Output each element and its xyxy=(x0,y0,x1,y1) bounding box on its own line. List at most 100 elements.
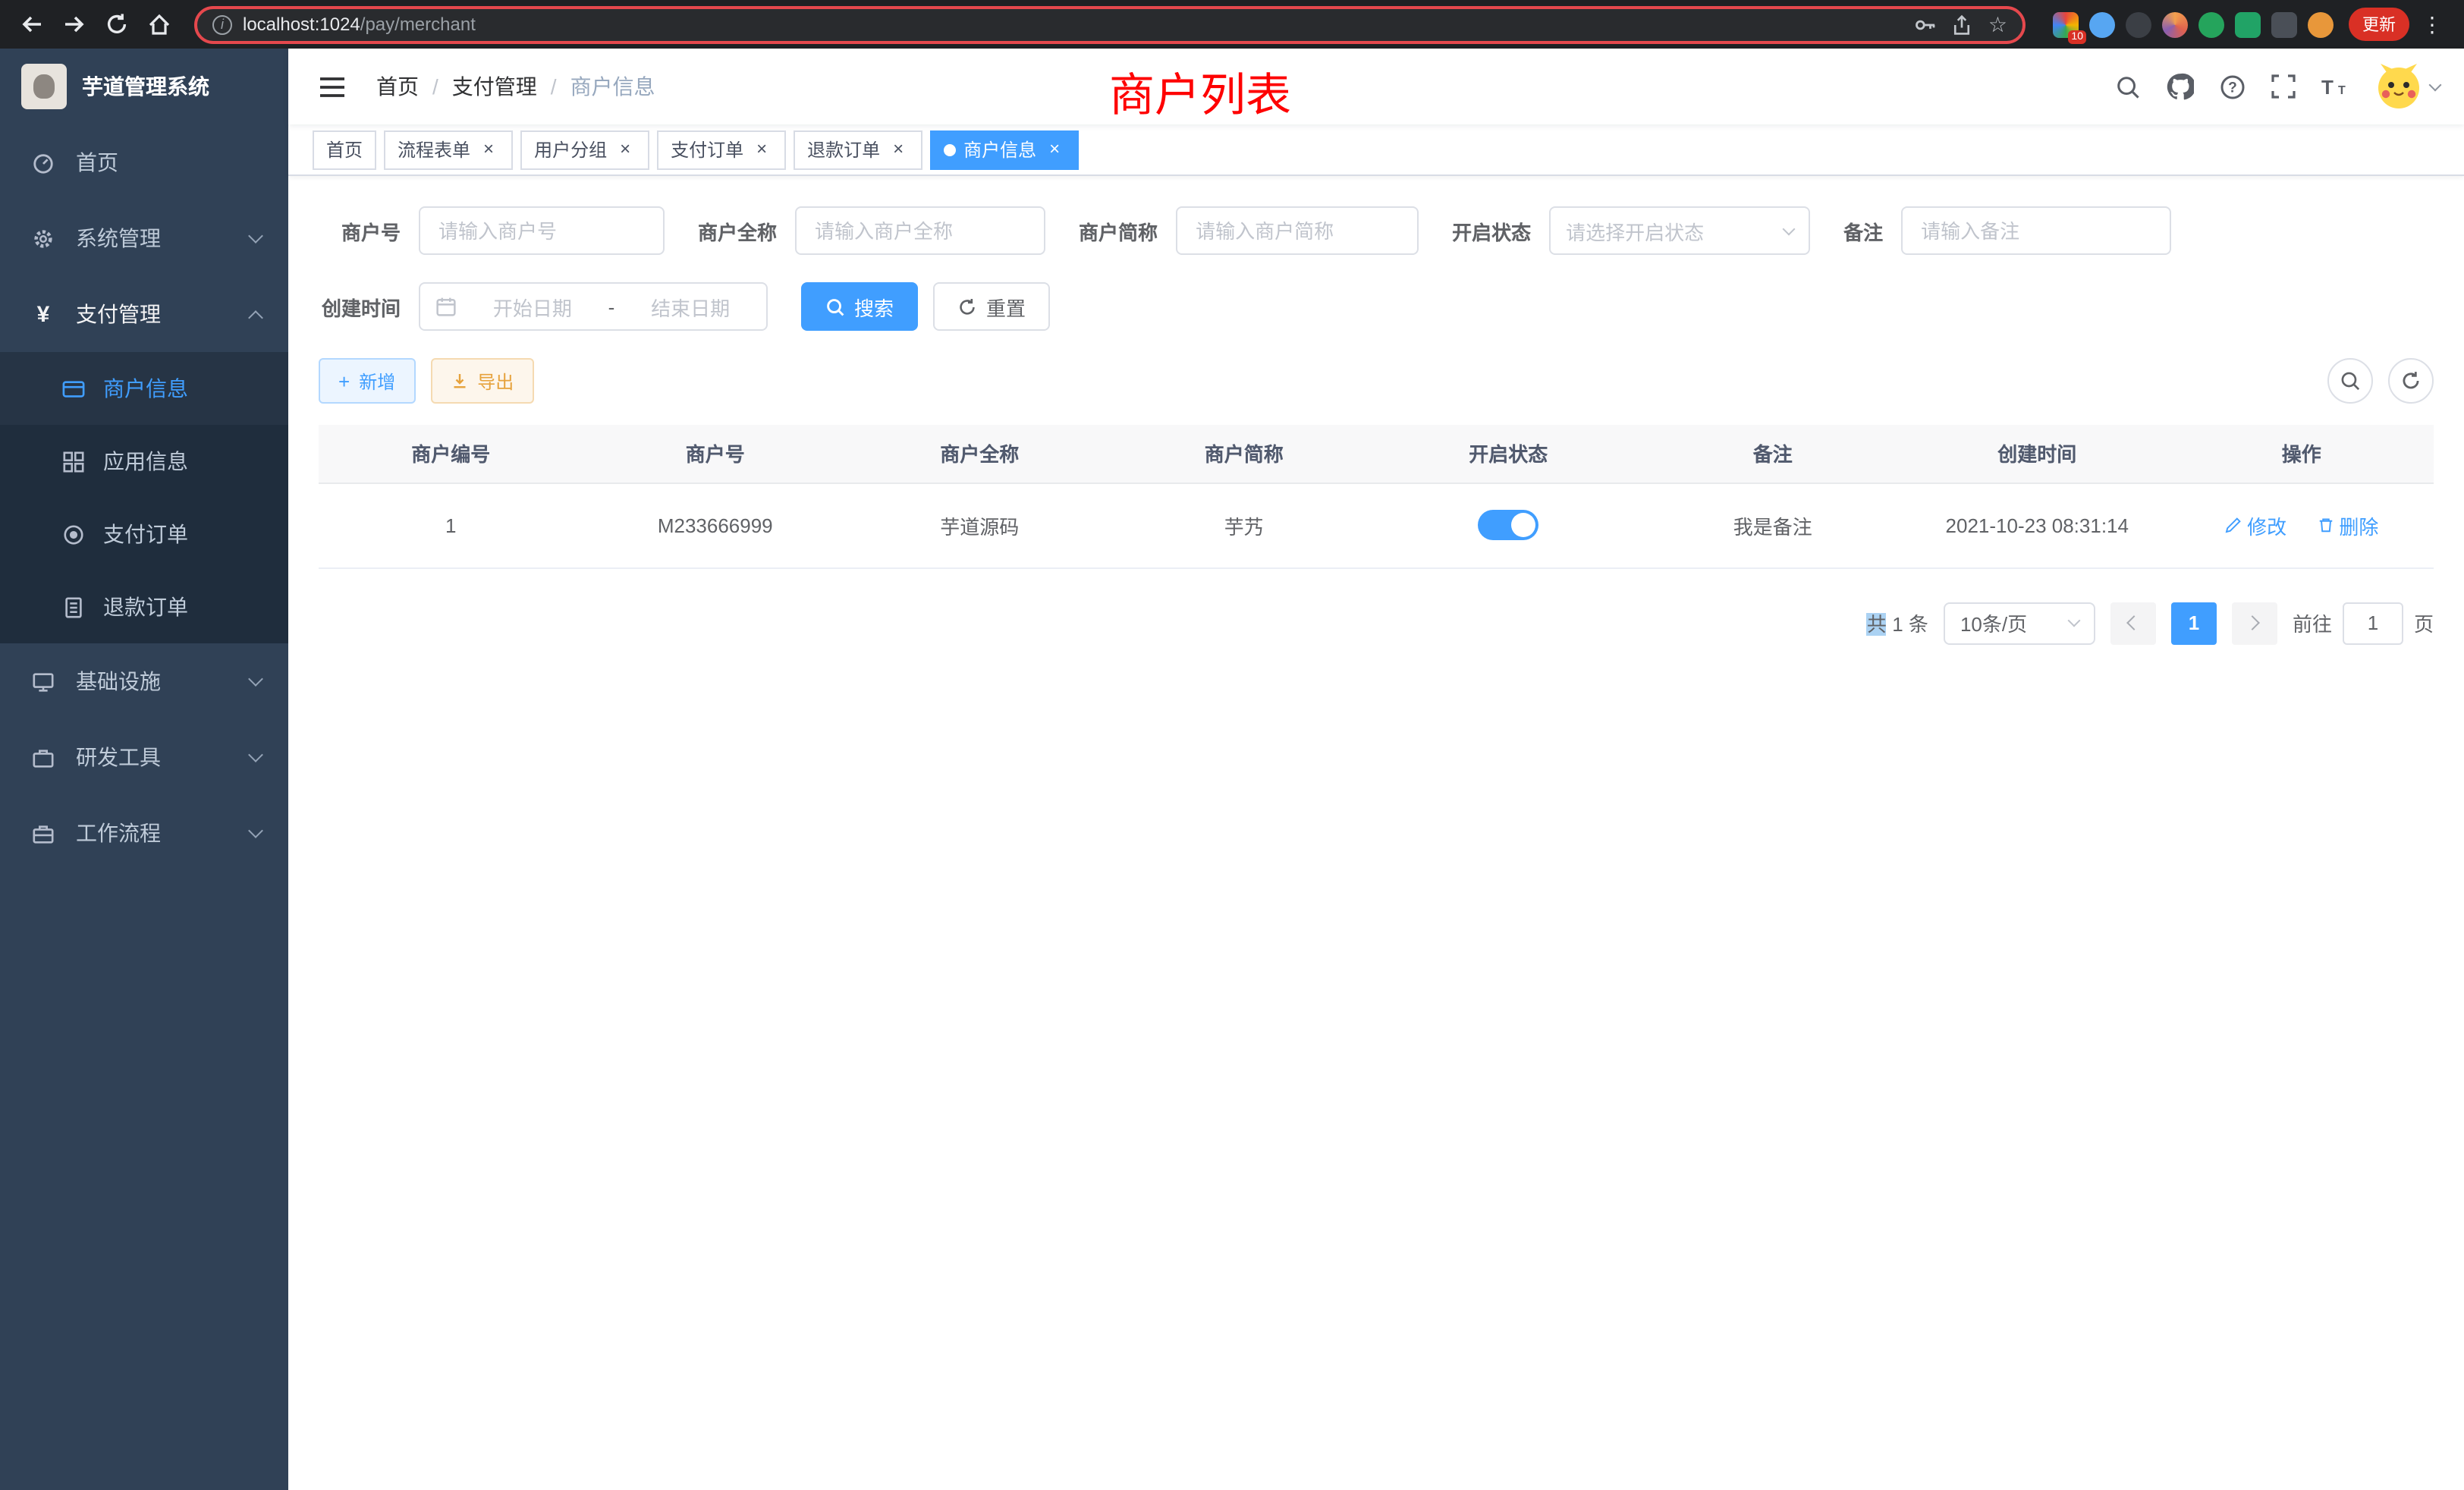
address-bar[interactable]: i localhost:1024/pay/merchant ☆ xyxy=(194,5,2026,43)
date-separator: - xyxy=(608,295,615,318)
tab-close-icon[interactable]: × xyxy=(888,139,909,160)
delete-link[interactable]: 删除 xyxy=(2316,511,2378,539)
tab-close-icon[interactable]: × xyxy=(1044,139,1065,160)
remark-input[interactable] xyxy=(1901,206,2171,255)
site-info-icon[interactable]: i xyxy=(212,14,232,34)
user-menu[interactable] xyxy=(2376,64,2440,109)
breadcrumb: 首页 / 支付管理 / 商户信息 xyxy=(376,71,655,102)
chevron-down-icon xyxy=(248,228,263,244)
header-merchant-no: 商户号 xyxy=(583,425,848,483)
sidebar-item-pay-order[interactable]: 支付订单 xyxy=(0,498,288,571)
next-page-button[interactable] xyxy=(2232,602,2277,644)
date-range-picker[interactable]: 开始日期 - 结束日期 xyxy=(419,282,768,331)
chevron-up-icon xyxy=(248,310,263,325)
extension-icon[interactable] xyxy=(2089,11,2115,37)
merchant-no-label: 商户号 xyxy=(319,216,401,245)
browser-back-icon[interactable] xyxy=(12,5,52,44)
sidebar-item-refund-order[interactable]: 退款订单 xyxy=(0,571,288,643)
svg-text:T: T xyxy=(2321,76,2334,97)
goto-page-input[interactable] xyxy=(2343,602,2403,644)
tab-close-icon[interactable]: × xyxy=(614,139,636,160)
tab-merchant-info[interactable]: 商户信息× xyxy=(930,130,1079,169)
gear-icon xyxy=(30,227,56,250)
header-actions: 操作 xyxy=(2170,425,2434,483)
sidebar-item-devtools[interactable]: 研发工具 xyxy=(0,719,288,795)
github-icon[interactable] xyxy=(2167,73,2194,100)
extension-icon[interactable] xyxy=(2308,11,2334,37)
sidebar-item-app-info[interactable]: 应用信息 xyxy=(0,425,288,498)
extension-icon[interactable]: 10 xyxy=(2053,11,2079,37)
sidebar-item-system[interactable]: 系统管理 xyxy=(0,200,288,276)
breadcrumb-home[interactable]: 首页 xyxy=(376,71,419,102)
help-icon[interactable]: ? xyxy=(2220,74,2246,99)
hamburger-icon[interactable] xyxy=(313,69,352,104)
browser-home-icon[interactable] xyxy=(140,5,179,44)
export-button[interactable]: 导出 xyxy=(430,358,533,404)
tab-home[interactable]: 首页 xyxy=(313,130,376,169)
calendar-icon xyxy=(435,296,457,317)
tab-process-form[interactable]: 流程表单× xyxy=(384,130,513,169)
extension-icon[interactable] xyxy=(2198,11,2224,37)
search-button[interactable]: 搜索 xyxy=(801,282,918,331)
refresh-button[interactable] xyxy=(2388,358,2434,404)
top-navbar: 首页 / 支付管理 / 商户信息 ? xyxy=(288,49,2464,124)
extension-icon[interactable] xyxy=(2235,11,2261,37)
cell-create-time: 2021-10-23 08:31:14 xyxy=(1905,483,2170,567)
status-select[interactable]: 请选择开启状态 xyxy=(1549,206,1810,255)
cell-full-name: 芋道源码 xyxy=(847,483,1112,567)
app-logo[interactable]: 芋道管理系统 xyxy=(0,49,288,124)
extension-badge: 10 xyxy=(2068,30,2086,43)
pagination-total: 共 1 条 xyxy=(1867,608,1928,637)
sidebar-item-home[interactable]: 首页 xyxy=(0,124,288,200)
status-toggle[interactable] xyxy=(1478,510,1538,540)
page-number-1[interactable]: 1 xyxy=(2171,602,2217,644)
font-size-icon[interactable]: TT xyxy=(2321,76,2350,97)
extension-icon[interactable] xyxy=(2162,11,2188,37)
cell-merchant-id: 1 xyxy=(319,483,583,567)
full-name-input[interactable] xyxy=(795,206,1045,255)
fullscreen-icon[interactable] xyxy=(2271,74,2296,99)
breadcrumb-payment[interactable]: 支付管理 xyxy=(452,71,537,102)
tab-close-icon[interactable]: × xyxy=(478,139,499,160)
merchant-no-input[interactable] xyxy=(419,206,665,255)
toggle-search-button[interactable] xyxy=(2327,358,2373,404)
browser-menu-icon[interactable]: ⋮ xyxy=(2412,11,2452,37)
cell-remark: 我是备注 xyxy=(1641,483,1906,567)
header-remark: 备注 xyxy=(1641,425,1906,483)
screen: i localhost:1024/pay/merchant ☆ 10 更新 xyxy=(0,0,2464,1490)
short-name-input[interactable] xyxy=(1176,206,1419,255)
tab-pay-order[interactable]: 支付订单× xyxy=(657,130,786,169)
extension-icon[interactable] xyxy=(2126,11,2151,37)
prev-page-button[interactable] xyxy=(2110,602,2156,644)
sidebar-menu: 首页 系统管理 ¥ 支付管理 xyxy=(0,124,288,871)
reset-button[interactable]: 重置 xyxy=(933,282,1050,331)
table-row: 1 M233666999 芋道源码 芋艿 我是备注 2021-10-23 08:… xyxy=(319,483,2434,567)
bookmark-star-icon[interactable]: ☆ xyxy=(1988,11,2007,37)
share-icon[interactable] xyxy=(1952,13,1973,36)
sidebar-item-merchant-info[interactable]: 商户信息 xyxy=(0,352,288,425)
svg-text:?: ? xyxy=(2228,79,2237,95)
chevron-left-icon xyxy=(2127,615,2142,630)
tab-user-group[interactable]: 用户分组× xyxy=(520,130,649,169)
plus-icon: + xyxy=(338,369,350,392)
search-icon[interactable] xyxy=(2115,74,2141,99)
goto-suffix: 页 xyxy=(2414,608,2434,637)
sidebar-item-infrastructure[interactable]: 基础设施 xyxy=(0,643,288,719)
password-key-icon[interactable] xyxy=(1914,13,1937,36)
sidebar: 芋道管理系统 首页 系统管理 ¥ xyxy=(0,49,288,1490)
add-button[interactable]: + 新增 xyxy=(319,358,415,404)
extension-icon[interactable] xyxy=(2271,11,2297,37)
sidebar-item-payment[interactable]: ¥ 支付管理 xyxy=(0,276,288,352)
edit-link[interactable]: 修改 xyxy=(2224,511,2286,539)
table-header-row: 商户编号 商户号 商户全称 商户简称 开启状态 备注 创建时间 操作 xyxy=(319,425,2434,483)
chrome-update-button[interactable]: 更新 xyxy=(2349,8,2409,41)
end-date-placeholder: 结束日期 xyxy=(630,292,751,321)
page-size-select[interactable]: 10条/页 xyxy=(1944,602,2095,644)
tab-refund-order[interactable]: 退款订单× xyxy=(794,130,922,169)
sidebar-item-workflow[interactable]: 工作流程 xyxy=(0,795,288,871)
browser-forward-icon[interactable] xyxy=(55,5,94,44)
browser-reload-icon[interactable] xyxy=(97,5,137,44)
breadcrumb-current: 商户信息 xyxy=(570,71,655,102)
header-short-name: 商户简称 xyxy=(1112,425,1377,483)
tab-close-icon[interactable]: × xyxy=(751,139,772,160)
